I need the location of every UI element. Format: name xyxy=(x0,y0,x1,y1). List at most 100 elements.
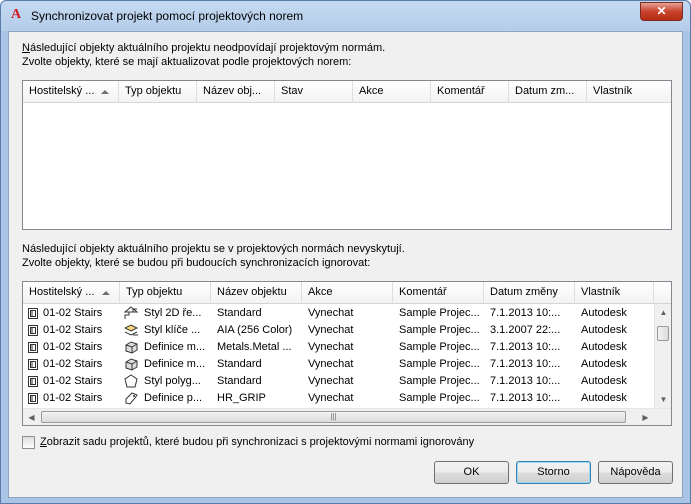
table-row[interactable]: 01-02 Stairs Definice m... Standard Vynecha… xyxy=(23,356,654,373)
non-conforming-objects-table[interactable]: Hostitelský ... Typ objektu Název obj... St… xyxy=(22,80,672,230)
non-conforming-description: Následující objekty aktuálního projektu … xyxy=(22,42,386,54)
table-header: Hostitelský ... Typ objektu Název obj... St… xyxy=(23,81,671,103)
table-cell-name: Standard xyxy=(211,305,302,322)
column-header-label: Vlastník xyxy=(593,85,633,97)
table-row[interactable]: 01-02 Stairs Styl 2D ře... Standard Vynecha… xyxy=(23,305,654,322)
table-cell-owner: Autodesk xyxy=(575,339,654,356)
vertical-scrollbar[interactable]: ▲ ▼ xyxy=(654,304,671,408)
column-header-label: Datum zm... xyxy=(515,85,575,97)
table-cell-action: Vynechat xyxy=(302,373,393,390)
cell-text: 01-02 Stairs xyxy=(43,307,103,319)
cell-text: Sample Projec... xyxy=(399,307,480,319)
ignored-objects-table[interactable]: Hostitelský ... Typ objektu Název objektu A… xyxy=(22,281,672,426)
horizontal-scrollbar[interactable]: ◀ ||| ▶ xyxy=(23,408,671,425)
cell-text: 01-02 Stairs xyxy=(43,341,103,353)
table-cell-type: Definice p... xyxy=(120,390,211,407)
column-header[interactable]: Vlastník xyxy=(587,81,671,103)
close-button[interactable]: ✕ xyxy=(640,2,683,21)
show-ignored-label[interactable]: Zobrazit sadu projektů, které budou při … xyxy=(40,436,474,449)
cancel-button[interactable]: Storno xyxy=(516,461,591,484)
column-header[interactable]: Název objektu xyxy=(211,282,302,304)
scroll-down-icon[interactable]: ▼ xyxy=(655,391,671,408)
table-cell-type: Styl 2D ře... xyxy=(120,305,211,322)
cell-text: AIA (256 Color) xyxy=(217,324,293,336)
cell-text: Sample Projec... xyxy=(399,392,480,404)
table-row[interactable]: 01-02 Stairs Styl polyg... Standard Vynecha… xyxy=(23,373,654,390)
column-header[interactable]: Akce xyxy=(353,81,431,103)
drawing-file-icon xyxy=(27,375,40,388)
cell-text: Definice p... xyxy=(144,392,203,404)
column-header-label: Komentář xyxy=(399,286,447,298)
material-definition-icon xyxy=(124,340,138,354)
table-cell-name: HR_GRIP xyxy=(211,390,302,407)
table-cell-action: Vynechat xyxy=(302,339,393,356)
cell-text: HR_GRIP xyxy=(217,392,266,404)
column-header[interactable]: Komentář xyxy=(431,81,509,103)
missing-objects-description: Následující objekty aktuálního projektu … xyxy=(22,243,405,255)
cell-text: Vynechat xyxy=(308,324,354,336)
table-cell-owner: Autodesk xyxy=(575,356,654,373)
column-header[interactable]: Datum změny xyxy=(484,282,575,304)
drawing-file-icon xyxy=(27,341,40,354)
cell-text: 7.1.2013 10:... xyxy=(490,341,561,353)
table-row[interactable]: 01-02 Stairs Definice m... Metals.Metal ..… xyxy=(23,339,654,356)
drawing-file-icon xyxy=(27,358,40,371)
scroll-left-icon[interactable]: ◀ xyxy=(23,409,40,425)
table-cell-action: Vynechat xyxy=(302,390,393,407)
cell-text: Styl polyg... xyxy=(144,375,201,387)
column-header[interactable]: Název obj... xyxy=(197,81,275,103)
scroll-right-icon[interactable]: ▶ xyxy=(637,409,654,425)
scroll-thumb[interactable] xyxy=(657,326,669,341)
table-cell-comment: Sample Projec... xyxy=(393,373,484,390)
cell-text: Vynechat xyxy=(308,307,354,319)
column-header-label: Typ objektu xyxy=(126,286,183,298)
column-header[interactable]: Komentář xyxy=(393,282,484,304)
column-header-label: Stav xyxy=(281,85,304,97)
table-cell-action: Vynechat xyxy=(302,356,393,373)
column-header[interactable]: Typ objektu xyxy=(120,282,211,304)
drawing-file-icon xyxy=(27,324,40,337)
table-cell-host: 01-02 Stairs xyxy=(23,373,120,390)
column-header[interactable]: Hostitelský ... xyxy=(23,81,119,103)
show-ignored-checkbox[interactable] xyxy=(22,436,35,449)
window-title: Synchronizovat projekt pomocí projektový… xyxy=(31,9,304,23)
column-header[interactable]: Hostitelský ... xyxy=(23,282,120,304)
table-cell-type: Styl polyg... xyxy=(120,373,211,390)
table-row[interactable]: 01-02 Stairs Styl klíče ... AIA (256 Color… xyxy=(23,322,654,339)
cell-text: Sample Projec... xyxy=(399,375,480,387)
cell-text: Styl 2D ře... xyxy=(144,307,202,319)
cell-text: Autodesk xyxy=(581,324,627,336)
column-header[interactable]: Vlastník xyxy=(575,282,654,304)
table-cell-date: 3.1.2007 22:... xyxy=(484,322,575,339)
column-header[interactable]: Stav xyxy=(275,81,353,103)
table-cell-date: 7.1.2013 10:... xyxy=(484,373,575,390)
ok-button[interactable]: OK xyxy=(434,461,509,484)
table-cell-owner: Autodesk xyxy=(575,305,654,322)
cell-text: Sample Projec... xyxy=(399,324,480,336)
dialog-window: A Synchronizovat projekt pomocí projekto… xyxy=(0,0,691,504)
cell-text: Standard xyxy=(217,358,262,370)
table-row[interactable]: 01-02 Stairs Definice p... HR_GRIP Vynechat… xyxy=(23,390,654,407)
table-cell-owner: Autodesk xyxy=(575,390,654,407)
cell-text: 7.1.2013 10:... xyxy=(490,358,561,370)
title-bar[interactable]: A Synchronizovat projekt pomocí projekto… xyxy=(1,1,690,31)
scroll-up-icon[interactable]: ▲ xyxy=(655,304,671,321)
column-header[interactable]: Datum zm... xyxy=(509,81,587,103)
cell-text: Autodesk xyxy=(581,358,627,370)
table-cell-comment: Sample Projec... xyxy=(393,322,484,339)
column-header[interactable]: Typ objektu xyxy=(119,81,197,103)
column-header-label: Akce xyxy=(308,286,333,298)
table-cell-date: 7.1.2013 10:... xyxy=(484,339,575,356)
autocad-a-icon: A xyxy=(10,7,22,22)
table-cell-comment: Sample Projec... xyxy=(393,305,484,322)
table-cell-host: 01-02 Stairs xyxy=(23,322,120,339)
help-button[interactable]: Nápověda xyxy=(598,461,673,484)
column-header[interactable]: Akce xyxy=(302,282,393,304)
table-cell-date: 7.1.2013 10:... xyxy=(484,356,575,373)
column-header-label: Akce xyxy=(359,85,384,97)
cell-text: Autodesk xyxy=(581,341,627,353)
table-cell-host: 01-02 Stairs xyxy=(23,305,120,322)
cell-text: 7.1.2013 10:... xyxy=(490,307,561,319)
sort-ascending-icon xyxy=(102,291,110,295)
scroll-thumb[interactable]: ||| xyxy=(41,411,626,423)
